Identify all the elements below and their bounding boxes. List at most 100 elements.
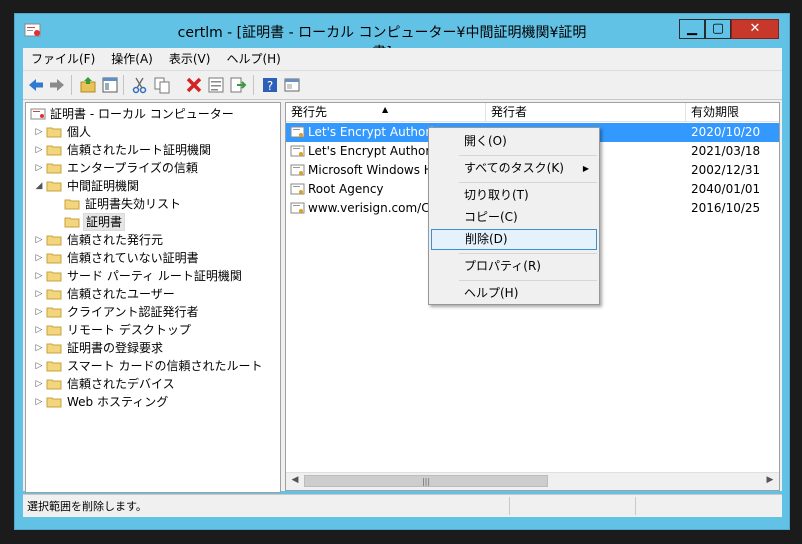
title-bar[interactable]: certlm - [証明書 - ローカル コンピューター¥中間証明機関¥証明書]… bbox=[15, 14, 789, 61]
content-area: 証明書 - ローカル コンピューター ▷ 個人 ▷ 信頼されたルート証明機関 ▷ エンター… bbox=[23, 100, 782, 493]
svg-text:?: ? bbox=[267, 79, 273, 93]
menu-separator bbox=[459, 280, 597, 281]
tree-item-label: 信頼された発行元 bbox=[67, 233, 164, 247]
properties-icon[interactable] bbox=[207, 76, 225, 94]
menu-help[interactable]: ヘルプ(H) bbox=[218, 48, 288, 70]
expand-icon[interactable]: ▷ bbox=[34, 249, 44, 267]
cell-expiration: 2021/03/18 bbox=[691, 144, 761, 158]
tree-item-label: クライアント認証発行者 bbox=[67, 305, 199, 319]
folder-icon bbox=[46, 145, 62, 156]
console-icon[interactable] bbox=[283, 76, 301, 94]
tree-item-label: リモート デスクトップ bbox=[67, 323, 191, 337]
certificate-icon bbox=[290, 183, 305, 195]
up-folder-icon[interactable] bbox=[79, 76, 97, 94]
sort-ascending-icon: ▲ bbox=[382, 105, 389, 114]
column-expiration[interactable]: 有効期限 bbox=[686, 103, 779, 122]
computer-cert-icon bbox=[30, 108, 46, 120]
menu-bar: ファイル(F) 操作(A) 表示(V) ヘルプ(H) bbox=[23, 48, 782, 71]
tree-item-label: 証明書 bbox=[83, 213, 126, 231]
column-issued-by[interactable]: 発行者 bbox=[486, 103, 686, 122]
folder-icon bbox=[46, 343, 62, 354]
export-icon[interactable] bbox=[229, 76, 247, 94]
tree-item-label: 個人 bbox=[67, 125, 92, 139]
context-menu-item[interactable]: 削除(D) bbox=[431, 229, 597, 250]
delete-icon[interactable] bbox=[185, 76, 203, 94]
context-menu-item[interactable]: すべてのタスク(K) ▶ bbox=[431, 158, 597, 179]
expand-icon[interactable]: ▷ bbox=[34, 393, 44, 411]
folder-icon bbox=[46, 289, 62, 300]
folder-icon bbox=[46, 397, 62, 408]
context-menu-item-label: 削除(D) bbox=[465, 232, 508, 246]
forward-icon[interactable] bbox=[48, 76, 66, 94]
scroll-thumb[interactable]: ||| bbox=[304, 475, 548, 487]
expand-icon[interactable]: ▷ bbox=[34, 321, 44, 339]
context-menu-item-label: プロパティ(R) bbox=[464, 259, 541, 273]
show-hide-tree-icon[interactable] bbox=[101, 76, 119, 94]
tree-item-label: 信頼されたルート証明機関 bbox=[67, 143, 212, 157]
status-text: 選択範囲を削除します。 bbox=[27, 500, 147, 513]
maximize-button[interactable]: ▢ bbox=[705, 19, 731, 39]
context-menu-item-label: すべてのタスク(K) bbox=[464, 161, 564, 175]
toolbar: ? bbox=[23, 71, 782, 100]
expand-icon[interactable]: ▷ bbox=[34, 267, 44, 285]
tree-item-label: Web ホスティング bbox=[67, 395, 169, 409]
expand-icon[interactable]: ▷ bbox=[34, 375, 44, 393]
context-menu-item-label: ヘルプ(H) bbox=[464, 286, 519, 300]
status-bar: 選択範囲を削除します。 bbox=[23, 494, 782, 517]
folder-icon bbox=[46, 271, 62, 282]
folder-icon bbox=[46, 163, 62, 174]
column-issued-to[interactable]: 発行先 ▲ bbox=[286, 103, 486, 122]
scroll-left-icon[interactable]: ◀ bbox=[288, 475, 302, 488]
menu-separator bbox=[459, 253, 597, 254]
context-menu: 開く(O) すべてのタスク(K) ▶ 切り取り(T) コピー(C) 削除(D) プロパティ(… bbox=[428, 127, 600, 305]
context-menu-item[interactable]: プロパティ(R) bbox=[431, 256, 597, 277]
copy-icon[interactable] bbox=[153, 76, 171, 94]
context-menu-item[interactable]: 開く(O) bbox=[431, 131, 597, 152]
context-menu-item-label: 開く(O) bbox=[464, 134, 507, 148]
tree-item-label: 信頼されたユーザー bbox=[67, 287, 175, 301]
certificate-manager-icon bbox=[24, 23, 41, 37]
menu-file[interactable]: ファイル(F) bbox=[23, 48, 103, 70]
expand-icon[interactable]: ▷ bbox=[34, 339, 44, 357]
cell-expiration: 2002/12/31 bbox=[691, 163, 761, 177]
tree-root-label: 証明書 - ローカル コンピューター bbox=[50, 107, 234, 121]
help-icon[interactable]: ? bbox=[261, 76, 279, 94]
folder-icon bbox=[46, 235, 62, 246]
expand-icon[interactable]: ▷ bbox=[34, 141, 44, 159]
tree-item-label: 中間証明機関 bbox=[67, 179, 140, 193]
menu-view[interactable]: 表示(V) bbox=[161, 48, 219, 70]
certificate-icon bbox=[290, 164, 305, 176]
context-menu-item[interactable]: ヘルプ(H) bbox=[431, 283, 597, 304]
menu-separator bbox=[459, 155, 597, 156]
tree-item-label: スマート カードの信頼されたルート bbox=[67, 359, 263, 373]
cut-icon[interactable] bbox=[131, 76, 149, 94]
close-button[interactable]: ✕ bbox=[731, 19, 779, 39]
expand-icon[interactable]: ▷ bbox=[34, 303, 44, 321]
tree-item-label: 信頼されていない証明書 bbox=[67, 251, 199, 265]
expand-icon[interactable]: ▷ bbox=[34, 357, 44, 375]
tree-item-label: 証明書の登録要求 bbox=[67, 341, 164, 355]
console-tree[interactable]: 証明書 - ローカル コンピューター ▷ 個人 ▷ 信頼されたルート証明機関 ▷ エンター… bbox=[25, 102, 281, 493]
folder-icon bbox=[46, 361, 62, 372]
app-window: certlm - [証明書 - ローカル コンピューター¥中間証明機関¥証明書]… bbox=[14, 13, 790, 530]
collapse-icon[interactable]: ◢ bbox=[34, 177, 44, 195]
certificate-icon bbox=[290, 126, 305, 138]
horizontal-scrollbar[interactable]: ◀ ||| ▶ bbox=[286, 472, 779, 490]
back-icon[interactable] bbox=[27, 76, 45, 94]
context-menu-item-label: コピー(C) bbox=[464, 210, 518, 224]
tree-item-label: 信頼されたデバイス bbox=[67, 377, 175, 391]
expand-icon[interactable]: ▷ bbox=[34, 159, 44, 177]
context-menu-item[interactable]: 切り取り(T) bbox=[431, 185, 597, 206]
folder-icon bbox=[46, 379, 62, 390]
expand-icon[interactable]: ▷ bbox=[34, 123, 44, 141]
menu-action[interactable]: 操作(A) bbox=[103, 48, 161, 70]
expand-icon[interactable]: ▷ bbox=[34, 285, 44, 303]
minimize-button[interactable]: ▁ bbox=[679, 19, 705, 39]
submenu-arrow-icon: ▶ bbox=[582, 164, 589, 173]
folder-icon bbox=[46, 127, 62, 138]
context-menu-item[interactable]: コピー(C) bbox=[431, 207, 597, 228]
tree-item-label: エンタープライズの信頼 bbox=[67, 161, 198, 175]
expand-icon[interactable]: ▷ bbox=[34, 231, 44, 249]
menu-separator bbox=[459, 182, 597, 183]
scroll-right-icon[interactable]: ▶ bbox=[763, 475, 777, 488]
